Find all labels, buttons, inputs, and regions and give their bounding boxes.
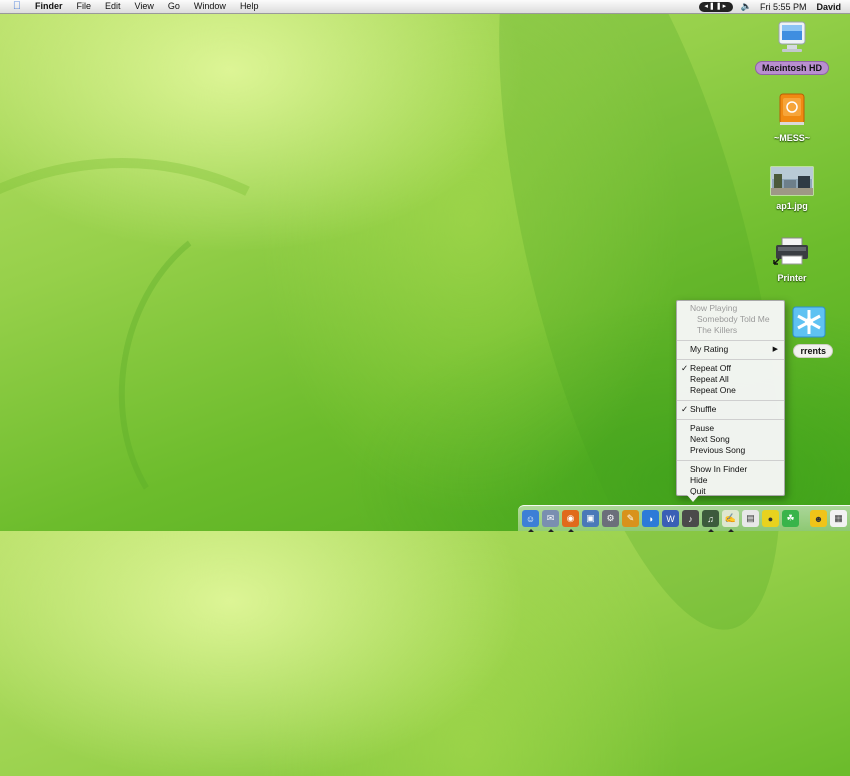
desktop-icon-label: ap1.jpg bbox=[776, 201, 808, 211]
firefox-icon[interactable]: ◉ bbox=[562, 510, 579, 532]
dashboard-icon[interactable]: ◑ bbox=[642, 510, 659, 527]
wallpaper-blade bbox=[0, 83, 470, 776]
itunes-icon[interactable]: ♫ bbox=[702, 510, 719, 532]
image-file-icon bbox=[770, 166, 814, 196]
menu-go[interactable]: Go bbox=[161, 0, 187, 13]
iphoto-icon[interactable]: ▣ bbox=[582, 510, 599, 527]
menu-item-repeat-one[interactable]: Repeat One bbox=[677, 385, 784, 396]
word-icon[interactable]: W bbox=[662, 510, 679, 527]
menu-item-repeat-off[interactable]: ✓ Repeat Off bbox=[677, 363, 784, 374]
checkmark-icon: ✓ bbox=[681, 363, 689, 373]
menu-item-previous-song[interactable]: Previous Song bbox=[677, 445, 784, 456]
preview-icon[interactable]: ▤ bbox=[742, 510, 759, 527]
azureus-frog-icon[interactable]: ☘ bbox=[782, 510, 799, 527]
desktop-icon-mess[interactable]: ~MESS~ bbox=[747, 92, 837, 144]
itunes-dock-menu: Now Playing Somebody Told Me The Killers… bbox=[676, 300, 785, 502]
pixel-app-icon[interactable]: ✎ bbox=[622, 510, 639, 527]
volume-icon[interactable]: 🔈 bbox=[741, 1, 752, 12]
hard-drive-icon bbox=[778, 21, 806, 52]
menu-item-my-rating[interactable]: My Rating ▶ bbox=[677, 344, 784, 355]
menu-item-repeat-all[interactable]: Repeat All bbox=[677, 374, 784, 385]
apple-icon[interactable]:  bbox=[10, 0, 24, 13]
mail-icon[interactable]: ✉ bbox=[542, 510, 559, 532]
desktop-icon-label: Printer bbox=[777, 273, 807, 283]
menu-file[interactable]: File bbox=[70, 0, 99, 13]
desktop-icon-printer[interactable]: Printer bbox=[747, 236, 837, 284]
menu-separator bbox=[677, 460, 784, 461]
menu-item-next-song[interactable]: Next Song bbox=[677, 434, 784, 445]
torrents-folder-icon bbox=[792, 306, 826, 338]
ichat-icon[interactable]: ☻ bbox=[810, 510, 827, 527]
menu-bar:  Finder File Edit View Go Window Help ◂… bbox=[0, 0, 850, 14]
desktop-icon-label: rrents bbox=[793, 344, 833, 358]
menu-item-show-in-finder[interactable]: Show In Finder bbox=[677, 464, 784, 475]
menu-window[interactable]: Window bbox=[187, 0, 233, 13]
now-playing-header: Now Playing bbox=[690, 303, 738, 313]
submenu-arrow-icon: ▶ bbox=[772, 346, 778, 353]
menu-help[interactable]: Help bbox=[233, 0, 266, 13]
desktop-icon-macintosh-hd[interactable]: Macintosh HD bbox=[747, 20, 837, 75]
menu-pointer-nub bbox=[687, 495, 699, 502]
menu-item-pause[interactable]: Pause bbox=[677, 423, 784, 434]
menu-item-hide[interactable]: Hide bbox=[677, 475, 784, 486]
textedit-icon[interactable]: ✍ bbox=[722, 510, 739, 532]
itunes-controls-icon[interactable]: ◂❚❚▸ bbox=[698, 1, 733, 12]
menu-view[interactable]: View bbox=[128, 0, 161, 13]
garageband-icon[interactable]: ♪ bbox=[682, 510, 699, 527]
external-drive-icon bbox=[779, 93, 805, 125]
menu-clock[interactable]: Fri 5:55 PM bbox=[760, 2, 807, 12]
menu-item-label: My Rating bbox=[690, 344, 729, 354]
checkmark-icon: ✓ bbox=[681, 404, 689, 414]
desktop-icon-label: Macintosh HD bbox=[754, 61, 829, 75]
menu-separator bbox=[677, 400, 784, 401]
dock: ☺✉◉▣⚙✎◑W♪♫✍▤●☘☻▦♲ bbox=[518, 505, 850, 532]
system-prefs-icon[interactable]: ⚙ bbox=[602, 510, 619, 527]
menu-app-name[interactable]: Finder bbox=[33, 0, 70, 13]
menu-item-label: Repeat Off bbox=[690, 363, 731, 373]
menu-item-shuffle[interactable]: ✓ Shuffle bbox=[677, 404, 784, 415]
menu-separator bbox=[677, 359, 784, 360]
wallpaper-blade bbox=[92, 188, 420, 574]
desktop-icon-ap1[interactable]: ap1.jpg bbox=[747, 166, 837, 212]
menu-separator bbox=[677, 340, 784, 341]
menu-item-label: Shuffle bbox=[690, 404, 717, 414]
menu-edit[interactable]: Edit bbox=[98, 0, 128, 13]
desktop-icon-label: ~MESS~ bbox=[773, 133, 811, 143]
now-playing-song: Somebody Told Me bbox=[697, 314, 770, 324]
now-playing-artist: The Killers bbox=[697, 325, 738, 335]
menu-user[interactable]: David bbox=[816, 2, 841, 12]
printer-alias-icon bbox=[773, 237, 808, 265]
finder-icon[interactable]: ☺ bbox=[522, 510, 539, 532]
documents-stack-icon[interactable]: ▦ bbox=[830, 510, 847, 527]
adium-duck-icon[interactable]: ● bbox=[762, 510, 779, 527]
menu-separator bbox=[677, 419, 784, 420]
